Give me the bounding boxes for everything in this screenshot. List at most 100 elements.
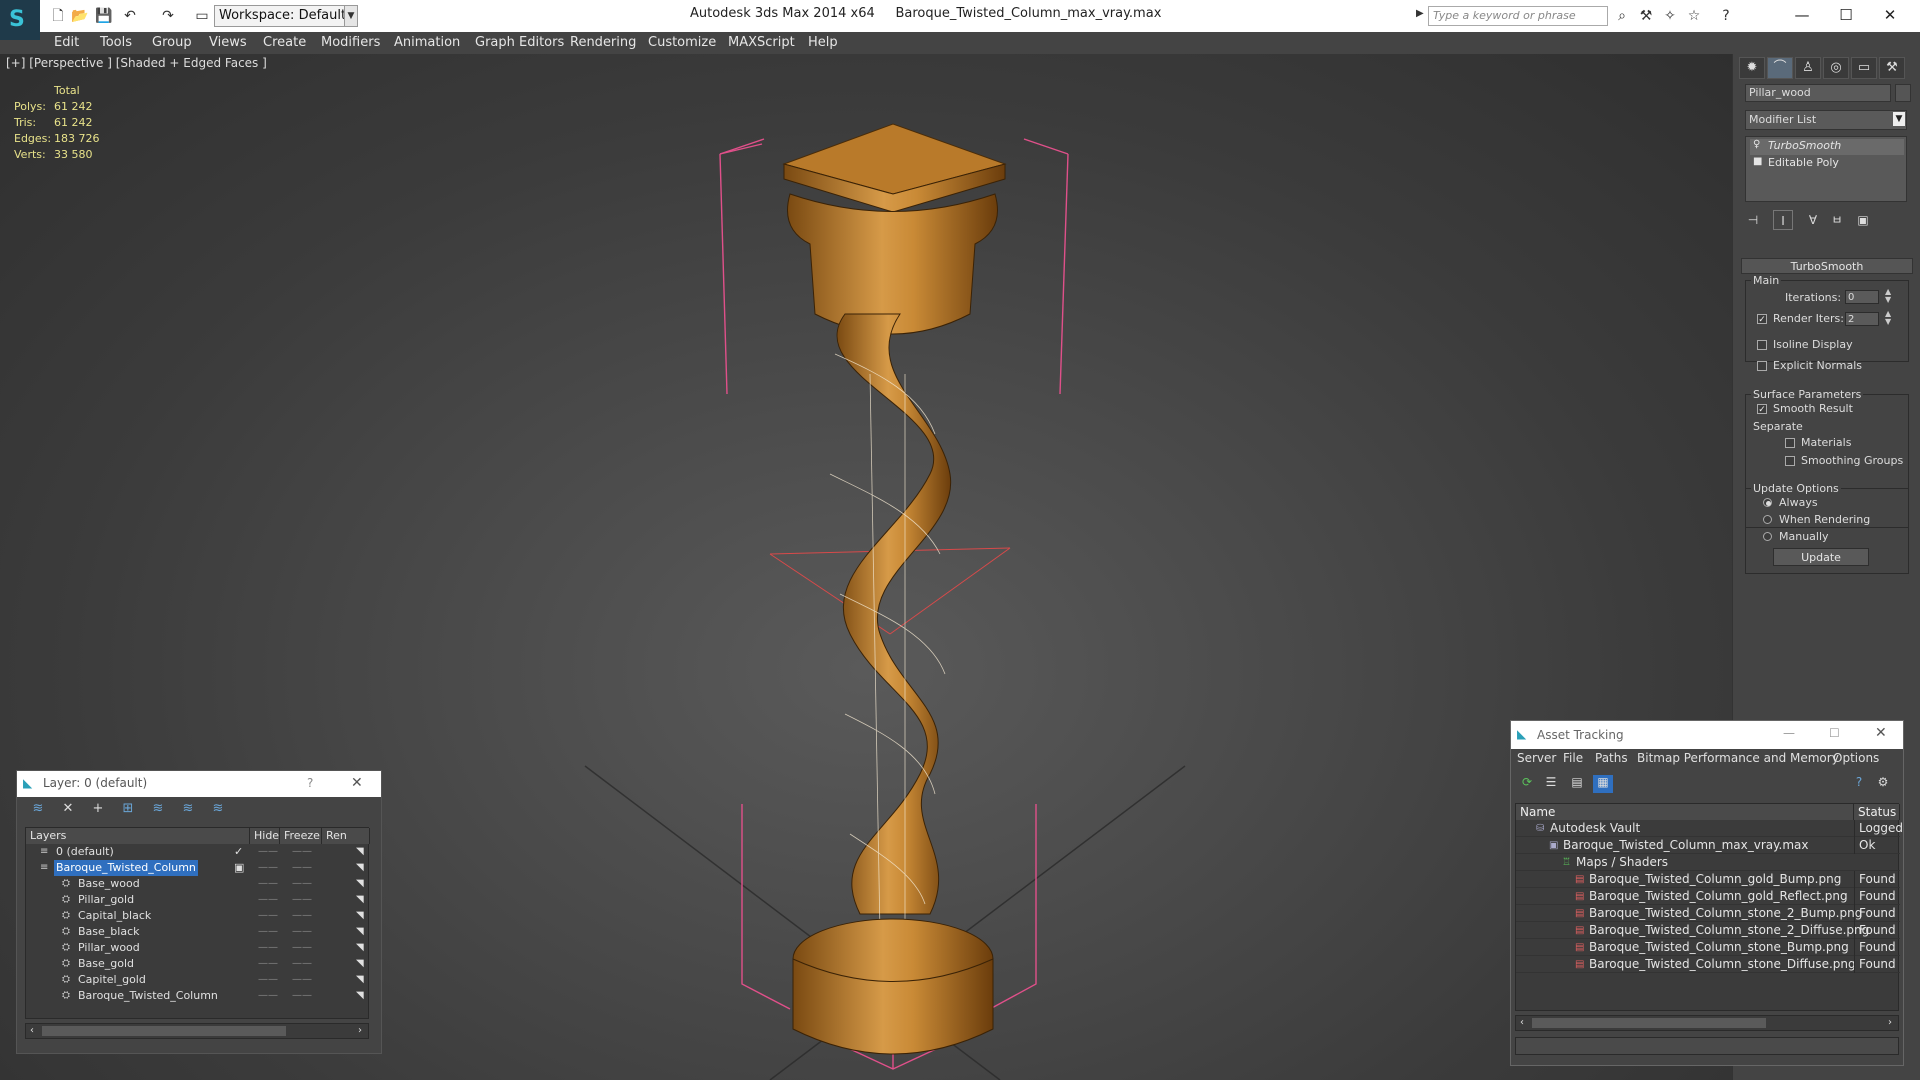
asset-name[interactable]: Baroque_Twisted_Column_stone_Diffuse.png (1589, 956, 1856, 973)
help-icon[interactable]: ? (1716, 6, 1736, 26)
layer-name[interactable]: Base_wood (76, 876, 142, 892)
scrollbar-thumb[interactable] (42, 1026, 286, 1036)
asset-name[interactable]: Maps / Shaders (1576, 854, 1668, 871)
menu-modifiers[interactable]: Modifiers (321, 32, 380, 54)
app-logo-icon[interactable]: S (0, 0, 40, 40)
show-end-result-icon[interactable]: I (1773, 210, 1793, 230)
scroll-right-icon[interactable]: › (1888, 1017, 1892, 1028)
asset-row[interactable]: ▤ Baroque_Twisted_Column_stone_Bump.png Fo… (1516, 939, 1900, 956)
scroll-left-icon[interactable]: ‹ (1520, 1017, 1524, 1028)
scroll-left-icon[interactable]: ‹ (30, 1025, 34, 1036)
freeze-toggle[interactable]: —— (292, 876, 312, 892)
render-toggle-icon[interactable]: ◥ (356, 956, 364, 972)
delete-layer-icon[interactable]: ✕ (57, 801, 79, 819)
select-objects-icon[interactable]: ⊞ (117, 801, 139, 819)
menu-paths[interactable]: Paths (1595, 751, 1628, 765)
scroll-right-icon[interactable]: › (358, 1025, 362, 1036)
menu-bitmap-performance[interactable]: Bitmap Performance and Memory (1637, 751, 1839, 765)
hide-toggle[interactable]: —— (258, 892, 278, 908)
object-name-field[interactable]: Pillar_wood (1745, 84, 1891, 102)
display-tab-icon[interactable]: ▭ (1851, 57, 1877, 79)
menu-help[interactable]: Help (808, 32, 838, 54)
configure-sets-icon[interactable]: ▣ (1853, 210, 1873, 230)
maximize-button[interactable]: ☐ (1829, 726, 1840, 740)
freeze-toggle[interactable]: —— (292, 924, 312, 940)
close-icon[interactable]: ✕ (351, 775, 363, 791)
asset-row[interactable]: ▤ Baroque_Twisted_Column_stone_2_Diffuse.… (1516, 922, 1900, 939)
asset-row[interactable]: ▤ Baroque_Twisted_Column_gold_Bump.png Fou… (1516, 871, 1900, 888)
close-button[interactable]: ✕ (1868, 2, 1912, 28)
lightbulb-icon[interactable]: ♀ (1753, 139, 1760, 150)
render-iters-checkbox[interactable]: ✓ (1757, 314, 1767, 325)
iterations-spinner[interactable]: 0 (1845, 290, 1879, 304)
create-tab-icon[interactable]: ✹ (1739, 57, 1765, 79)
hide-toggle[interactable]: —— (258, 908, 278, 924)
when-rendering-radio[interactable] (1763, 515, 1772, 524)
freeze-toggle[interactable]: —— (292, 908, 312, 924)
materials-checkbox[interactable] (1785, 438, 1795, 448)
layer-name[interactable]: Base_black (76, 924, 141, 940)
hide-toggle[interactable]: —— (258, 940, 278, 956)
freeze-toggle[interactable]: —— (292, 860, 312, 876)
smoothing-groups-checkbox[interactable] (1785, 456, 1795, 466)
menu-edit[interactable]: Edit (54, 32, 79, 54)
utilities-tab-icon[interactable]: ⚒ (1879, 57, 1905, 79)
object-color-swatch[interactable] (1895, 84, 1911, 102)
new-file-icon[interactable]: 🗋 (48, 6, 68, 26)
make-unique-icon[interactable]: ∀ (1803, 210, 1823, 230)
hide-toggle[interactable]: —— (258, 860, 278, 876)
scrollbar-thumb[interactable] (1532, 1018, 1766, 1028)
motion-tab-icon[interactable]: ◎ (1823, 57, 1849, 79)
asset-row[interactable]: ▤ Baroque_Twisted_Column_stone_Diffuse.pn… (1516, 956, 1900, 973)
layer-name[interactable]: Pillar_wood (76, 940, 142, 956)
binoculars-icon[interactable]: ⌕ (1612, 6, 1632, 26)
column-header-freeze[interactable]: Freeze (280, 828, 322, 844)
render-iters-spinner[interactable]: 2 (1845, 312, 1879, 326)
asset-row[interactable]: ▤ Baroque_Twisted_Column_gold_Reflect.png… (1516, 888, 1900, 905)
asset-row[interactable]: ▤ Baroque_Twisted_Column_stone_2_Bump.png… (1516, 905, 1900, 922)
render-toggle-icon[interactable]: ◥ (356, 972, 364, 988)
hide-toggle[interactable]: —— (258, 844, 278, 860)
asset-row[interactable]: ▣ Baroque_Twisted_Column_max_vray.max Ok (1516, 837, 1900, 854)
hide-toggle[interactable]: —— (258, 876, 278, 892)
project-folder-icon[interactable]: ▭ (192, 6, 212, 26)
stack-item-editable-poly[interactable]: ■ Editable Poly (1750, 156, 1904, 172)
modifier-list-dropdown[interactable]: Modifier List (1745, 110, 1907, 130)
help-icon[interactable]: ? (1849, 775, 1869, 793)
manually-radio[interactable] (1763, 532, 1772, 541)
column-header-name[interactable]: Name (1516, 804, 1854, 820)
menu-views[interactable]: Views (209, 32, 247, 54)
asset-name[interactable]: Baroque_Twisted_Column_gold_Reflect.png (1589, 888, 1848, 905)
always-radio[interactable] (1763, 498, 1772, 507)
layer-name[interactable]: Capital_black (76, 908, 153, 924)
help-button[interactable]: ? (307, 776, 313, 790)
render-toggle-icon[interactable]: ◥ (356, 940, 364, 956)
freeze-toggle[interactable]: —— (292, 988, 312, 1004)
redo-icon[interactable]: ↷ (158, 6, 178, 26)
hide-toggle[interactable]: —— (258, 972, 278, 988)
column-header-hide[interactable]: Hide (250, 828, 280, 844)
turbosmooth-rollout-header[interactable]: TurboSmooth (1741, 258, 1913, 274)
layer-row[interactable]: ≡ Baroque_Twisted_Column —— —— ◥ ▣ (26, 860, 370, 876)
column-header-render[interactable]: Ren (322, 828, 370, 844)
pin-stack-icon[interactable]: ⊣ (1743, 210, 1763, 230)
asset-name[interactable]: Baroque_Twisted_Column_max_vray.max (1563, 837, 1809, 854)
layer-row[interactable]: ≡ 0 (default) —— —— ◥ ✓ (26, 844, 370, 860)
spinner-arrows-icon[interactable]: ▲ ▼ (1885, 288, 1891, 304)
asset-row[interactable]: ⛁ Autodesk Vault Logged (1516, 820, 1903, 837)
stack-item-turbosmooth[interactable]: ♀ TurboSmooth (1750, 139, 1904, 155)
explicit-normals-checkbox[interactable] (1757, 361, 1767, 371)
undo-icon[interactable]: ↶ (120, 6, 140, 26)
hide-toggle[interactable]: —— (258, 988, 278, 1004)
layer-row[interactable]: ⛭ Base_gold —— —— ◥ (26, 956, 370, 972)
maximize-button[interactable]: ☐ (1824, 2, 1868, 28)
isoline-display-checkbox[interactable] (1757, 340, 1767, 350)
table-view-icon[interactable]: ▦ (1593, 775, 1613, 793)
chevron-down-icon[interactable]: ▼ (1893, 112, 1905, 126)
list-view-icon[interactable]: ☰ (1541, 775, 1561, 793)
horizontal-scrollbar[interactable]: ‹ › (1515, 1015, 1899, 1031)
remove-modifier-icon[interactable]: ㅂ (1827, 210, 1847, 230)
menu-server[interactable]: Server (1517, 751, 1556, 765)
close-icon[interactable]: ✕ (1875, 725, 1887, 741)
layer-name[interactable]: Baroque_Twisted_Column (76, 988, 220, 1004)
